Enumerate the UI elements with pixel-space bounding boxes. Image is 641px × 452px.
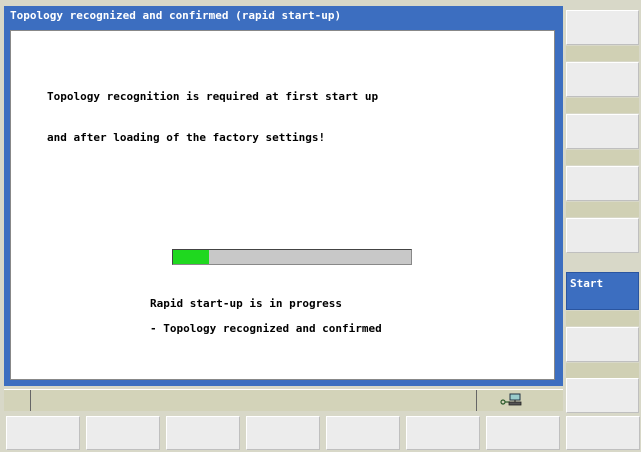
progress-fill: [173, 250, 209, 264]
vertical-softkey-5[interactable]: [566, 218, 639, 253]
vertical-softkey-1[interactable]: [566, 10, 639, 45]
horizontal-softkey-6[interactable]: [406, 416, 480, 450]
start-softkey[interactable]: Start: [566, 272, 639, 310]
dialog-title: Topology recognized and confirmed (rapid…: [10, 9, 342, 22]
progress-bar: [172, 249, 412, 265]
status-cell: [4, 390, 31, 411]
softkey-separator: [566, 46, 639, 61]
message-line-1: Topology recognition is required at firs…: [47, 90, 379, 103]
status-divider: [476, 390, 477, 411]
horizontal-softkey-3[interactable]: [166, 416, 240, 450]
vertical-softkey-2[interactable]: [566, 62, 639, 97]
dialog-window: Topology recognized and confirmed (rapid…: [4, 6, 563, 386]
vertical-softkey-4[interactable]: [566, 166, 639, 201]
dialog-content: Topology recognition is required at firs…: [10, 30, 555, 380]
vertical-softkey-8[interactable]: [566, 378, 639, 413]
network-connection-icon: [500, 393, 522, 406]
horizontal-softkey-4[interactable]: [246, 416, 320, 450]
softkey-separator: [566, 150, 639, 165]
message-line-2: and after loading of the factory setting…: [47, 131, 326, 144]
softkey-separator: [566, 98, 639, 113]
horizontal-softkey-5[interactable]: [326, 416, 400, 450]
softkey-separator: [566, 311, 639, 326]
status-line-1: Rapid start-up is in progress: [150, 297, 343, 310]
vertical-softkey-7[interactable]: [566, 327, 639, 362]
softkey-separator: [566, 363, 639, 378]
status-line-2: - Topology recognized and confirmed: [150, 322, 382, 335]
horizontal-softkey-2[interactable]: [86, 416, 160, 450]
horizontal-softkey-bar: [4, 412, 641, 452]
horizontal-softkey-8[interactable]: [566, 416, 640, 450]
horizontal-softkey-7[interactable]: [486, 416, 560, 450]
status-bar: [4, 389, 563, 411]
horizontal-softkey-1[interactable]: [6, 416, 80, 450]
softkey-separator: [566, 202, 639, 217]
vertical-softkey-3[interactable]: [566, 114, 639, 149]
